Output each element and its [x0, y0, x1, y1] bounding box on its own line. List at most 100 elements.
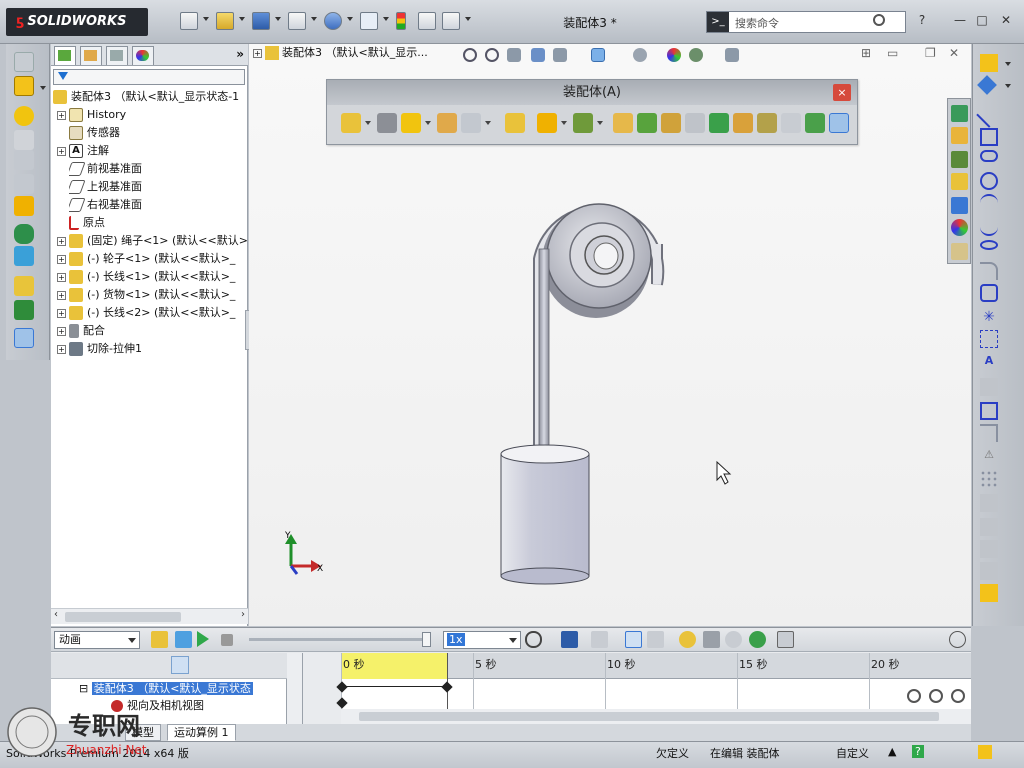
tree-item-component[interactable]: + (-) 货物<1> (默认<<默认>_ — [57, 286, 248, 304]
assembly-features-icon[interactable] — [14, 196, 34, 216]
playback-mode-icon[interactable] — [525, 631, 542, 648]
expand-icon[interactable]: + — [57, 146, 66, 156]
filter-results-icon[interactable] — [237, 656, 255, 674]
playback-speed-select[interactable]: 1x — [443, 631, 521, 649]
tree-item-cut-extrude[interactable]: + 切除-拉伸1 — [57, 340, 142, 358]
features-dropdown-icon[interactable] — [561, 121, 567, 125]
expand-icon[interactable]: + — [57, 236, 66, 246]
rebuild-icon[interactable] — [396, 12, 406, 30]
file-properties-icon[interactable] — [418, 12, 436, 30]
arc-icon[interactable] — [980, 194, 998, 212]
select-icon[interactable] — [360, 12, 378, 30]
tree-item-top-plane[interactable]: 上视基准面 — [69, 178, 142, 196]
rope[interactable] — [538, 248, 550, 455]
stop-icon[interactable] — [221, 634, 233, 646]
tab-property-manager[interactable] — [80, 46, 102, 65]
bill-of-materials-icon[interactable] — [14, 276, 34, 296]
slider-knob[interactable] — [422, 632, 431, 647]
interference-detection-icon[interactable] — [709, 113, 729, 133]
calculate-icon[interactable] — [151, 631, 168, 648]
tree-item-origin[interactable]: 原点 — [69, 214, 105, 232]
bill-of-materials-icon[interactable] — [637, 113, 657, 133]
tab-feature-tree[interactable] — [54, 46, 76, 65]
expand-icon[interactable]: + — [57, 308, 66, 318]
chevron-down-icon[interactable] — [128, 638, 136, 643]
minimize-button[interactable]: — — [952, 12, 968, 28]
show-hidden-icon[interactable] — [14, 174, 34, 194]
new-document-icon[interactable] — [180, 12, 198, 30]
reference-geometry-icon[interactable] — [14, 224, 34, 244]
circle-icon[interactable] — [980, 172, 998, 190]
hole-alignment-icon[interactable] — [757, 113, 777, 133]
tree-item-component[interactable]: + (-) 长线<2> (默认<<默认>_ — [57, 304, 248, 322]
status-units-dropdown[interactable]: ▲ — [888, 745, 896, 758]
linear-pattern-icon[interactable] — [401, 113, 421, 133]
solidworks-resources-icon[interactable] — [951, 105, 968, 122]
slot-icon[interactable] — [980, 150, 998, 162]
new-dropdown-icon[interactable] — [203, 17, 209, 21]
design-library-icon[interactable] — [951, 151, 968, 168]
undo-icon[interactable] — [324, 12, 342, 30]
move-dropdown-icon[interactable] — [485, 121, 491, 125]
scroll-left-icon[interactable]: ‹ — [54, 609, 58, 620]
camera-key-point[interactable] — [336, 697, 348, 709]
linear-sketch-pattern-icon[interactable] — [980, 470, 998, 488]
spline-icon[interactable] — [980, 218, 998, 236]
appearances-icon[interactable] — [951, 219, 968, 236]
smart-fasteners-icon[interactable] — [14, 130, 34, 150]
open-dropdown-icon[interactable] — [239, 17, 245, 21]
instant3d-icon[interactable] — [14, 328, 34, 348]
solidworks-logo[interactable]: ƽ SOLIDWORKS — [6, 8, 148, 36]
play-from-start-icon[interactable] — [175, 631, 192, 648]
filter-driving-icon[interactable] — [193, 656, 211, 674]
contact-icon[interactable] — [725, 631, 742, 648]
start-key-point[interactable] — [336, 681, 348, 693]
search-commands-box[interactable]: >_ 搜索命令 — [706, 11, 906, 33]
quick-snaps-icon[interactable] — [980, 562, 998, 580]
trim-icon[interactable] — [980, 378, 998, 396]
more-tabs-icon[interactable]: » — [236, 47, 244, 61]
scroll-thumb[interactable] — [359, 712, 939, 721]
animation-wizard-icon[interactable] — [591, 631, 608, 648]
motor-icon[interactable] — [679, 631, 696, 648]
tree-item-component[interactable]: + (-) 长线<1> (默认<<默认>_ — [57, 268, 248, 286]
tree-item-annotations[interactable]: + A 注解 — [57, 142, 109, 160]
toolbar-title[interactable]: 装配体(A) — [327, 80, 857, 105]
display-relations-icon[interactable] — [980, 518, 998, 536]
help-icon[interactable]: ? — [914, 12, 930, 28]
assembly-features-icon[interactable] — [537, 113, 557, 133]
instant3d-icon[interactable] — [829, 113, 849, 133]
help-button[interactable]: ? — [912, 745, 924, 758]
undo-dropdown-icon[interactable] — [347, 17, 353, 21]
repair-sketch-icon[interactable] — [980, 540, 998, 558]
exploded-view-icon[interactable] — [661, 113, 681, 133]
zoom-to-fit-icon[interactable] — [907, 689, 921, 703]
timeline-scrollbar[interactable] — [341, 709, 971, 724]
filter-animated-icon[interactable] — [171, 656, 189, 674]
move-component-icon[interactable] — [461, 113, 481, 133]
rectangle-icon[interactable] — [980, 128, 998, 146]
tab-configuration-manager[interactable] — [106, 46, 128, 65]
mate-icon[interactable] — [14, 76, 34, 96]
tree-item-mates[interactable]: + 配合 — [57, 322, 105, 340]
mate-dropdown-icon[interactable] — [40, 86, 46, 90]
save-dropdown-icon[interactable] — [275, 17, 281, 21]
smart-dimension-icon[interactable] — [977, 75, 997, 95]
feature-tree-scrollbar[interactable]: ‹ › — [51, 608, 248, 624]
print-icon[interactable] — [288, 12, 306, 30]
tab-display-manager[interactable] — [132, 46, 154, 65]
autokey-icon[interactable] — [625, 631, 642, 648]
offset-entities-icon[interactable] — [980, 424, 998, 442]
tree-item-sensors[interactable]: 传感器 — [69, 124, 120, 142]
insert-component-icon[interactable] — [341, 113, 361, 133]
construction-geometry-icon[interactable] — [980, 330, 998, 348]
polygon-icon[interactable] — [980, 284, 998, 302]
end-key-point[interactable] — [441, 681, 453, 693]
sketch-dropdown-icon[interactable] — [1005, 62, 1011, 66]
expand-icon[interactable]: + — [57, 254, 66, 264]
expand-icon[interactable]: + — [57, 326, 66, 336]
tree-item-front-plane[interactable]: 前视基准面 — [69, 160, 142, 178]
status-units-custom[interactable]: 自定义 — [836, 745, 869, 761]
add-key-icon[interactable] — [647, 631, 664, 648]
clearance-verification-icon[interactable] — [733, 113, 753, 133]
